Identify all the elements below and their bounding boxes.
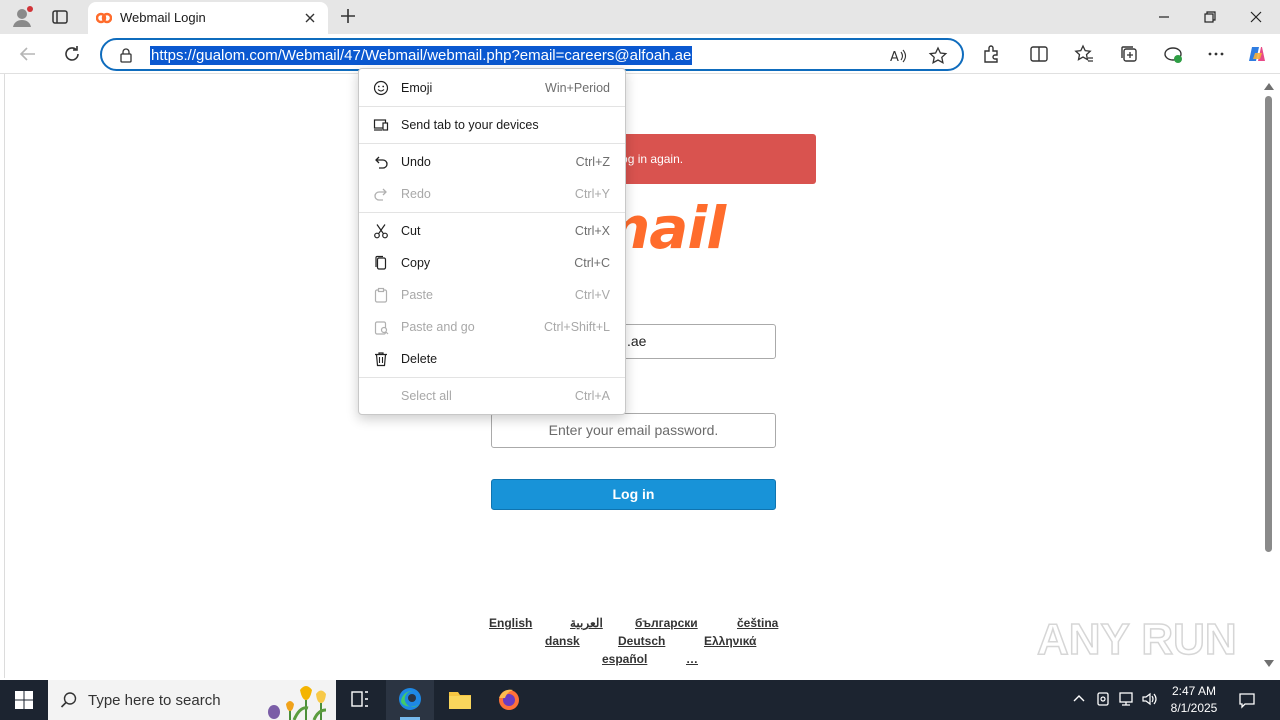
undo-icon — [375, 156, 388, 169]
webpage-content: valid. Please log in again. omail .ae En… — [4, 74, 1260, 678]
url-text[interactable]: https://gualom.com/Webmail/47/Webmail/we… — [150, 46, 693, 65]
read-aloud-icon[interactable]: A — [888, 46, 908, 66]
split-screen-icon[interactable] — [1028, 43, 1050, 65]
profile-icon[interactable] — [10, 5, 34, 29]
notifications-icon[interactable] — [1238, 691, 1256, 709]
restore-icon[interactable] — [1198, 6, 1222, 28]
lang-arabic[interactable]: العربية — [570, 616, 603, 630]
lang-danish[interactable]: dansk — [545, 634, 580, 648]
tab-strip: Webmail Login — [0, 0, 1280, 34]
file-explorer-icon[interactable] — [436, 680, 484, 720]
windows-start-icon[interactable] — [14, 690, 34, 710]
tab-actions-icon[interactable] — [50, 7, 70, 27]
menu-item-paste-and-go[interactable]: Paste and go Ctrl+Shift+L — [359, 311, 625, 343]
copilot-icon[interactable] — [1246, 43, 1268, 65]
send-tab-icon — [373, 119, 389, 131]
firefox-icon[interactable] — [485, 680, 533, 720]
new-tab-icon[interactable] — [338, 6, 358, 26]
tab-webmail-login[interactable]: Webmail Login — [88, 2, 328, 34]
menu-item-delete[interactable]: Delete — [359, 343, 625, 375]
close-tab-icon[interactable] — [302, 10, 318, 26]
scroll-down-icon[interactable] — [1264, 660, 1274, 668]
lang-spanish[interactable]: español — [602, 652, 647, 666]
menu-separator — [359, 377, 625, 378]
paste-go-icon — [374, 321, 389, 335]
taskbar-search-box[interactable]: Type here to search — [48, 680, 336, 720]
scroll-thumb[interactable] — [1265, 96, 1272, 552]
redo-icon — [374, 188, 387, 201]
task-view-icon[interactable] — [336, 680, 384, 720]
close-window-icon[interactable] — [1244, 6, 1268, 28]
emoji-icon — [373, 80, 389, 96]
menu-item-redo[interactable]: Redo Ctrl+Y — [359, 178, 625, 210]
scroll-up-icon[interactable] — [1264, 82, 1274, 90]
lock-icon[interactable] — [118, 47, 134, 63]
menu-item-select-all[interactable]: Select all Ctrl+A — [359, 380, 625, 412]
lang-german[interactable]: Deutsch — [618, 634, 665, 648]
collections-icon[interactable] — [1118, 43, 1140, 65]
context-menu: Emoji Win+Period Send tab to your device… — [358, 68, 626, 415]
show-hidden-icons-icon[interactable] — [1070, 690, 1088, 708]
menu-separator — [359, 143, 625, 144]
edge-taskbar-icon[interactable] — [386, 680, 434, 720]
browser-toolbar: https://gualom.com/Webmail/47/Webmail/we… — [0, 34, 1280, 74]
cpanel-favicon-icon — [96, 12, 112, 24]
browser-essentials-icon[interactable] — [1162, 43, 1184, 65]
tulips-decoration-icon — [268, 686, 327, 720]
favorite-star-icon[interactable] — [928, 46, 948, 66]
password-field[interactable]: Enter your email password. — [491, 413, 776, 448]
more-options-icon[interactable] — [1205, 43, 1227, 65]
back-icon[interactable] — [17, 43, 39, 65]
anyrun-watermark: ANY RUN — [1036, 614, 1237, 665]
page-scrollbar[interactable] — [1260, 74, 1280, 678]
clock-time: 2:47 AM — [1171, 684, 1217, 698]
menu-item-send-tab[interactable]: Send tab to your devices — [359, 109, 625, 141]
network-icon[interactable] — [1117, 690, 1135, 708]
cut-icon — [374, 224, 388, 239]
search-placeholder: Type here to search — [88, 692, 221, 709]
device-icon[interactable] — [1094, 690, 1112, 708]
lang-more[interactable]: … — [686, 652, 698, 666]
menu-item-undo[interactable]: Undo Ctrl+Z — [359, 146, 625, 178]
taskbar-clock[interactable]: 2:47 AM 8/1/2025 — [1164, 683, 1224, 717]
paste-icon — [374, 287, 388, 303]
tab-title: Webmail Login — [120, 10, 206, 25]
favorites-icon[interactable] — [1073, 43, 1095, 65]
lang-greek[interactable]: Ελληνικά — [704, 634, 756, 648]
menu-item-copy[interactable]: Copy Ctrl+C — [359, 247, 625, 279]
login-button[interactable]: Log in — [491, 479, 776, 510]
copy-icon — [375, 255, 387, 270]
delete-icon — [375, 352, 387, 367]
refresh-icon[interactable] — [61, 43, 83, 65]
volume-icon[interactable] — [1141, 690, 1159, 708]
minimize-icon[interactable] — [1152, 6, 1176, 28]
lang-english[interactable]: English — [489, 616, 532, 630]
lang-czech[interactable]: čeština — [737, 616, 778, 630]
menu-item-emoji[interactable]: Emoji Win+Period — [359, 72, 625, 104]
lang-bulgarian[interactable]: български — [635, 616, 698, 630]
search-icon — [60, 692, 77, 708]
clock-date: 8/1/2025 — [1170, 701, 1218, 715]
address-bar[interactable]: https://gualom.com/Webmail/47/Webmail/we… — [100, 38, 964, 71]
menu-separator — [359, 212, 625, 213]
menu-item-cut[interactable]: Cut Ctrl+X — [359, 215, 625, 247]
svg-text:A: A — [890, 50, 899, 65]
menu-separator — [359, 106, 625, 107]
svg-text:ANY RUN: ANY RUN — [1037, 615, 1237, 664]
menu-item-paste[interactable]: Paste Ctrl+V — [359, 279, 625, 311]
windows-taskbar: Type here to search 2:47 AM 8/1/2025 — [0, 680, 1280, 720]
extensions-icon[interactable] — [980, 43, 1002, 65]
